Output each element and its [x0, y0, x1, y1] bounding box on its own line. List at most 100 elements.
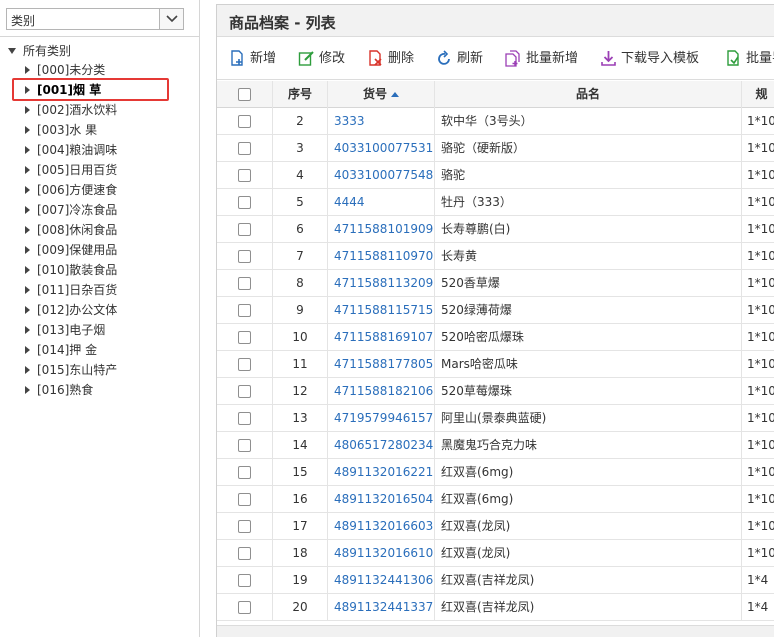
row-checkbox[interactable]: [238, 250, 251, 263]
row-checkbox[interactable]: [238, 196, 251, 209]
row-checkbox[interactable]: [238, 115, 251, 128]
row-code-link[interactable]: 4033100077531: [328, 135, 435, 162]
tree-item[interactable]: [016]熟食: [6, 380, 196, 400]
row-checkbox[interactable]: [238, 385, 251, 398]
header-name[interactable]: 品名: [435, 81, 742, 108]
tree-item[interactable]: [014]押 金: [6, 340, 196, 360]
table-row[interactable]: 19 4891132441306 红双喜(吉祥龙凤) 1*4: [217, 567, 774, 594]
table-row[interactable]: 15 4891132016221 红双喜(6mg) 1*10: [217, 459, 774, 486]
row-code-link[interactable]: 3333: [328, 108, 435, 135]
row-code-link[interactable]: 4891132441337: [328, 594, 435, 621]
row-checkbox[interactable]: [238, 223, 251, 236]
header-spec[interactable]: 规: [742, 81, 774, 108]
tree-item[interactable]: [013]电子烟: [6, 320, 196, 340]
row-checkbox[interactable]: [238, 493, 251, 506]
table-row[interactable]: 17 4891132016603 红双喜(龙凤) 1*10: [217, 513, 774, 540]
table-row[interactable]: 3 4033100077531 骆驼（硬新版） 1*10: [217, 135, 774, 162]
tree-item[interactable]: [007]冷冻食品: [6, 200, 196, 220]
caret-right-icon[interactable]: [25, 346, 30, 354]
caret-right-icon[interactable]: [25, 246, 30, 254]
tree-item[interactable]: [000]未分类: [6, 60, 196, 80]
row-checkbox[interactable]: [238, 412, 251, 425]
row-code-link[interactable]: 4719579946157: [328, 405, 435, 432]
tree-item[interactable]: [005]日用百货: [6, 160, 196, 180]
caret-right-icon[interactable]: [25, 226, 30, 234]
row-code-link[interactable]: 4711588182106: [328, 378, 435, 405]
caret-right-icon[interactable]: [25, 106, 30, 114]
tree-item[interactable]: [015]东山特产: [6, 360, 196, 380]
tree-item[interactable]: [009]保健用品: [6, 240, 196, 260]
table-row[interactable]: 10 4711588169107 520哈密瓜爆珠 1*10: [217, 324, 774, 351]
header-code[interactable]: 货号: [328, 81, 435, 108]
table-row[interactable]: 11 4711588177805 Mars哈密瓜味 1*10: [217, 351, 774, 378]
row-checkbox[interactable]: [238, 466, 251, 479]
row-code-link[interactable]: 4806517280234: [328, 432, 435, 459]
row-checkbox[interactable]: [238, 304, 251, 317]
table-row[interactable]: 14 4806517280234 黑魔鬼巧合克力味 1*10: [217, 432, 774, 459]
table-row[interactable]: 9 4711588115715 520绿薄荷爆 1*10: [217, 297, 774, 324]
caret-right-icon[interactable]: [25, 326, 30, 334]
caret-right-icon[interactable]: [25, 66, 30, 74]
tree-item[interactable]: [008]休闲食品: [6, 220, 196, 240]
row-code-link[interactable]: 4711588110970: [328, 243, 435, 270]
row-checkbox[interactable]: [238, 547, 251, 560]
row-checkbox[interactable]: [238, 142, 251, 155]
caret-right-icon[interactable]: [25, 366, 30, 374]
select-all-checkbox[interactable]: [238, 88, 251, 101]
tree-item[interactable]: [003]水 果: [6, 120, 196, 140]
table-row[interactable]: 6 4711588101909 长寿尊鹏(白) 1*10: [217, 216, 774, 243]
horizontal-scrollbar[interactable]: [217, 625, 774, 637]
row-code-link[interactable]: 4711588113209: [328, 270, 435, 297]
tree-item[interactable]: [004]粮油调味: [6, 140, 196, 160]
table-row[interactable]: 20 4891132441337 红双喜(吉祥龙凤) 1*4: [217, 594, 774, 621]
row-code-link[interactable]: 4711588177805: [328, 351, 435, 378]
sort-asc-icon[interactable]: [391, 92, 399, 97]
category-select[interactable]: 类别: [6, 8, 184, 30]
row-checkbox[interactable]: [238, 439, 251, 452]
row-code-link[interactable]: 4711588169107: [328, 324, 435, 351]
tree-item[interactable]: [011]日杂百货: [6, 280, 196, 300]
row-checkbox[interactable]: [238, 601, 251, 614]
caret-right-icon[interactable]: [25, 206, 30, 214]
caret-right-icon[interactable]: [25, 266, 30, 274]
table-row[interactable]: 5 4444 牡丹（333） 1*10: [217, 189, 774, 216]
row-code-link[interactable]: 4444: [328, 189, 435, 216]
tree-root[interactable]: 所有类别: [6, 42, 196, 60]
table-row[interactable]: 7 4711588110970 长寿黄 1*10: [217, 243, 774, 270]
row-code-link[interactable]: 4033100077548: [328, 162, 435, 189]
caret-right-icon[interactable]: [25, 306, 30, 314]
row-checkbox[interactable]: [238, 520, 251, 533]
row-checkbox[interactable]: [238, 574, 251, 587]
row-checkbox[interactable]: [238, 169, 251, 182]
row-code-link[interactable]: 4711588115715: [328, 297, 435, 324]
tree-item-label: [002]酒水饮料: [37, 103, 118, 117]
tree-item[interactable]: [012]办公文体: [6, 300, 196, 320]
caret-right-icon[interactable]: [25, 386, 30, 394]
tree-item[interactable]: [010]散装食品: [6, 260, 196, 280]
row-code-link[interactable]: 4891132441306: [328, 567, 435, 594]
row-checkbox[interactable]: [238, 331, 251, 344]
row-checkbox[interactable]: [238, 277, 251, 290]
dropdown-button[interactable]: [159, 9, 183, 29]
table-row[interactable]: 2 3333 软中华（3号头） 1*10: [217, 108, 774, 135]
tree-item[interactable]: [006]方便速食: [6, 180, 196, 200]
table-row[interactable]: 4 4033100077548 骆驼 1*10: [217, 162, 774, 189]
caret-right-icon[interactable]: [25, 126, 30, 134]
table-row[interactable]: 12 4711588182106 520草莓爆珠 1*10: [217, 378, 774, 405]
row-code-link[interactable]: 4891132016603: [328, 513, 435, 540]
tree-item[interactable]: [002]酒水饮料: [6, 100, 196, 120]
row-checkbox[interactable]: [238, 358, 251, 371]
caret-right-icon[interactable]: [25, 146, 30, 154]
table-row[interactable]: 13 4719579946157 阿里山(景泰典蓝硬) 1*10: [217, 405, 774, 432]
table-row[interactable]: 8 4711588113209 520香草爆 1*10: [217, 270, 774, 297]
caret-right-icon[interactable]: [25, 286, 30, 294]
caret-right-icon[interactable]: [25, 186, 30, 194]
row-code-link[interactable]: 4891132016221: [328, 459, 435, 486]
table-row[interactable]: 16 4891132016504 红双喜(6mg) 1*10: [217, 486, 774, 513]
caret-right-icon[interactable]: [25, 166, 30, 174]
row-code-link[interactable]: 4891132016504: [328, 486, 435, 513]
row-code-link[interactable]: 4711588101909: [328, 216, 435, 243]
caret-down-icon[interactable]: [8, 48, 16, 54]
row-code-link[interactable]: 4891132016610: [328, 540, 435, 567]
table-row[interactable]: 18 4891132016610 红双喜(龙凤) 1*10: [217, 540, 774, 567]
